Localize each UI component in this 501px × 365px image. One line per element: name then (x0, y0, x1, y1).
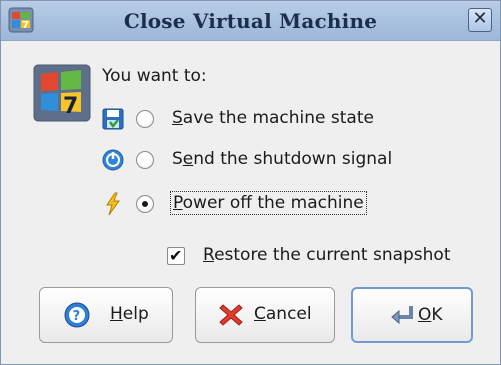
ok-label: OK (418, 305, 443, 325)
power-off-icon (101, 192, 125, 216)
save-state-icon (101, 107, 125, 131)
cancel-button[interactable]: Cancel (195, 287, 335, 343)
ok-button[interactable]: OK (351, 287, 473, 343)
ok-text: K (431, 305, 443, 325)
option-save-state[interactable]: Save the machine state (101, 104, 421, 134)
shutdown-signal-radio[interactable] (136, 151, 154, 169)
help-button[interactable]: ? Help (39, 287, 173, 343)
shutdown-signal-prefix: S (172, 149, 183, 169)
power-off-radio[interactable] (136, 195, 154, 213)
save-state-label[interactable]: Save the machine state (172, 108, 374, 128)
dialog-body: 7 You want to: Save the machine state Se… (1, 42, 500, 364)
cancel-text: ancel (265, 304, 312, 324)
save-state-mnemonic: S (172, 108, 183, 128)
cancel-label: Cancel (254, 304, 312, 324)
close-icon: ✕ (472, 8, 488, 29)
windows7-guest-icon: 7 (33, 64, 91, 122)
power-off-text: ower off the machine (182, 193, 364, 213)
cancel-mnemonic: C (254, 304, 266, 324)
ok-icon (389, 302, 415, 328)
svg-text:?: ? (73, 309, 81, 324)
restore-snapshot-checkbox[interactable]: ✔ (167, 246, 185, 265)
title-bar[interactable]: 7 Close Virtual Machine ✕ (1, 1, 500, 41)
restore-snapshot-mnemonic: R (203, 245, 215, 265)
help-icon: ? (64, 302, 90, 328)
save-state-radio[interactable] (136, 110, 154, 128)
help-text: elp (122, 304, 149, 324)
restore-snapshot-text: estore the current snapshot (214, 245, 451, 265)
checkmark-icon: ✔ (169, 246, 183, 265)
ok-mnemonic: O (418, 305, 432, 325)
option-shutdown-signal[interactable]: Send the shutdown signal (101, 145, 421, 175)
window-title: Close Virtual Machine (123, 9, 378, 33)
svg-text:7: 7 (63, 94, 78, 119)
power-off-label[interactable]: Power off the machine (170, 191, 367, 215)
power-off-mnemonic: P (173, 193, 183, 213)
shutdown-signal-label[interactable]: Send the shutdown signal (172, 149, 392, 169)
power-off-radio-selected-dot (142, 201, 148, 207)
cancel-icon (218, 302, 244, 328)
prompt-label: You want to: (102, 66, 207, 86)
save-state-text: ave the machine state (182, 108, 374, 128)
shutdown-signal-mnemonic: e (182, 149, 194, 169)
help-mnemonic: H (110, 304, 123, 324)
shutdown-signal-text: nd the shutdown signal (193, 149, 393, 169)
option-power-off[interactable]: Power off the machine (101, 189, 421, 219)
close-window-button[interactable]: ✕ (468, 8, 492, 32)
close-vm-dialog: 7 Close Virtual Machine ✕ 7 You want to: (0, 0, 501, 365)
restore-snapshot-label[interactable]: Restore the current snapshot (203, 245, 451, 265)
help-label: Help (110, 304, 149, 324)
shutdown-signal-icon (101, 148, 125, 172)
